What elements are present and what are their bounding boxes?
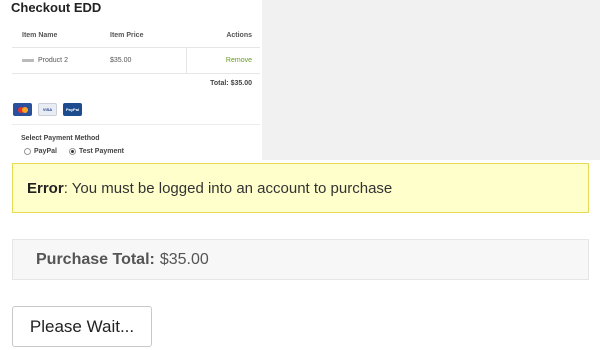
visa-icon: VISA: [38, 103, 57, 116]
item-actions-cell: Remove: [187, 57, 260, 64]
cart-table-header: Item Name Item Price Actions: [12, 24, 260, 48]
purchase-total: Purchase Total: $35.00: [12, 239, 589, 280]
checkout-title: Checkout EDD: [11, 0, 102, 15]
cart-table: Item Name Item Price Actions Product 2 $…: [12, 24, 260, 92]
error-text: : You must be logged into an account to …: [63, 179, 393, 197]
purchase-button[interactable]: Please Wait...: [12, 306, 152, 347]
header-actions: Actions: [226, 32, 252, 39]
payment-option-paypal[interactable]: PayPal: [24, 148, 57, 155]
cart-total: Total: $35.00: [210, 79, 252, 87]
test-payment-radio[interactable]: [68, 148, 76, 155]
purchase-total-amount: $35.00: [159, 250, 209, 268]
paypal-radio[interactable]: [24, 148, 31, 155]
payment-option-test[interactable]: Test Payment: [68, 148, 124, 155]
payment-method-options: PayPal Test Payment: [24, 148, 124, 155]
test-payment-option-label: Test Payment: [78, 148, 124, 155]
header-item-price: Item Price: [110, 32, 144, 39]
remove-link[interactable]: Remove: [226, 57, 252, 64]
mastercard-icon: [13, 103, 32, 116]
checkout-form-section: Error: You must be logged into an accoun…: [0, 160, 600, 350]
item-price: $35.00: [100, 48, 187, 73]
payment-method-label: Select Payment Method: [21, 135, 100, 142]
table-row: Product 2 $35.00 Remove: [12, 48, 260, 74]
product-thumbnail: [22, 58, 34, 62]
checkout-preview-panel: Checkout EDD Item Name Item Price Action…: [0, 0, 262, 160]
divider: [12, 124, 260, 125]
error-prefix: Error: [27, 179, 64, 197]
item-name-cell: Product 2: [12, 57, 100, 64]
purchase-total-label: Purchase Total:: [36, 250, 155, 268]
paypal-option-label: PayPal: [34, 148, 57, 155]
header-item-name: Item Name: [22, 32, 58, 39]
item-name: Product 2: [38, 57, 68, 64]
error-message: Error: You must be logged into an accoun…: [12, 163, 589, 213]
payment-icons: VISA PayPal: [13, 103, 82, 116]
paypal-icon: PayPal: [63, 103, 82, 116]
